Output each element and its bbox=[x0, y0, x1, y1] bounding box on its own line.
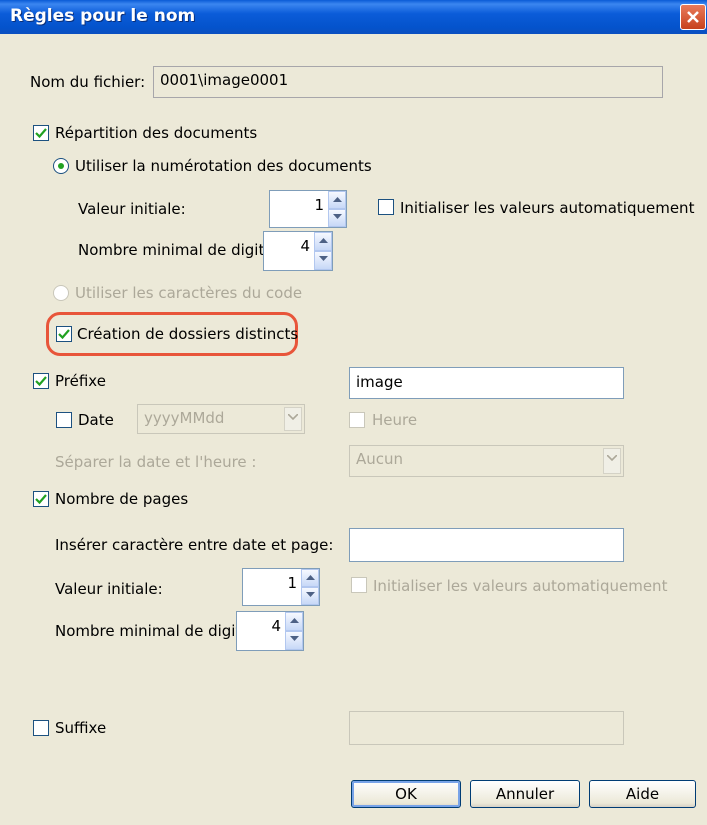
use-code-chars-label: Utiliser les caractères du code bbox=[75, 284, 303, 302]
use-numbering-radio[interactable] bbox=[53, 158, 69, 174]
chevron-up-icon bbox=[306, 575, 315, 580]
time-label: Heure bbox=[372, 411, 418, 429]
min-digits-value: 4 bbox=[300, 237, 310, 255]
pages-initial-value-stepper[interactable]: 1 bbox=[242, 568, 320, 606]
suffix-label: Suffixe bbox=[55, 719, 107, 737]
chevron-down-icon bbox=[290, 636, 299, 641]
pages-checkbox[interactable] bbox=[33, 491, 49, 507]
cancel-button[interactable]: Annuler bbox=[470, 780, 580, 808]
prefix-input[interactable]: image bbox=[349, 367, 624, 399]
prefix-checkbox[interactable] bbox=[33, 373, 49, 389]
insert-char-input[interactable] bbox=[349, 528, 624, 562]
ok-button[interactable]: OK bbox=[351, 780, 461, 808]
help-button[interactable]: Aide bbox=[589, 780, 696, 808]
doc-split-checkbox[interactable] bbox=[33, 125, 49, 141]
chevron-up-icon bbox=[290, 618, 299, 623]
pages-min-digits-label: Nombre minimal de digits: bbox=[55, 622, 255, 640]
chevron-down-icon bbox=[333, 214, 342, 219]
separator-select[interactable]: Aucun bbox=[349, 445, 624, 477]
initial-value-stepper[interactable]: 1 bbox=[269, 190, 347, 228]
pages-min-digits-value: 4 bbox=[271, 617, 281, 635]
date-checkbox[interactable] bbox=[56, 412, 72, 428]
min-digits-stepper[interactable]: 4 bbox=[263, 231, 333, 271]
chevron-down-icon bbox=[319, 256, 328, 261]
initial-value: 1 bbox=[314, 196, 324, 214]
close-icon bbox=[687, 11, 699, 23]
spin-down-button[interactable] bbox=[328, 209, 346, 227]
separator-value: Aucun bbox=[356, 450, 404, 468]
spin-up-button[interactable] bbox=[301, 569, 319, 587]
doc-split-label: Répartition des documents bbox=[55, 124, 258, 142]
window-title: Règles pour le nom bbox=[10, 6, 196, 26]
auto-init-label: Initialiser les valeurs automatiquement bbox=[400, 199, 695, 217]
pages-min-digits-stepper[interactable]: 4 bbox=[236, 611, 304, 651]
insert-char-label: Insérer caractère entre date et page: bbox=[55, 536, 334, 554]
use-code-chars-radio[interactable] bbox=[53, 285, 69, 301]
close-button[interactable] bbox=[680, 4, 706, 30]
filename-label: Nom du fichier: bbox=[30, 73, 146, 91]
checkmark-icon bbox=[35, 128, 47, 139]
time-checkbox[interactable] bbox=[349, 412, 365, 428]
chevron-down-icon bbox=[607, 455, 617, 461]
prefix-label: Préfixe bbox=[55, 372, 106, 390]
rules-dialog: Règles pour le nom Nom du fichier: 0001\… bbox=[0, 0, 707, 825]
pages-initial-value: 1 bbox=[287, 574, 297, 592]
suffix-checkbox[interactable] bbox=[33, 720, 49, 736]
spin-down-button[interactable] bbox=[285, 631, 303, 650]
separate-folders-checkbox[interactable] bbox=[56, 326, 72, 342]
spin-up-button[interactable] bbox=[314, 232, 332, 251]
use-numbering-label: Utiliser la numérotation des documents bbox=[75, 157, 372, 175]
title-bar[interactable]: Règles pour le nom bbox=[0, 0, 707, 34]
chevron-down-icon bbox=[288, 414, 298, 420]
separator-label: Séparer la date et l'heure : bbox=[55, 453, 257, 471]
pages-label: Nombre de pages bbox=[55, 490, 189, 508]
suffix-input[interactable] bbox=[349, 711, 624, 745]
chevron-down-icon bbox=[306, 592, 315, 597]
min-digits-label: Nombre minimal de digits: bbox=[78, 241, 278, 259]
filename-field: 0001\image0001 bbox=[153, 66, 663, 98]
pages-auto-init-checkbox[interactable] bbox=[351, 577, 367, 593]
pages-auto-init-label: Initialiser les valeurs automatiquement bbox=[373, 577, 668, 595]
date-label: Date bbox=[78, 411, 114, 429]
separate-folders-label: Création de dossiers distincts bbox=[77, 325, 299, 343]
spin-up-button[interactable] bbox=[285, 612, 303, 631]
checkmark-icon bbox=[35, 494, 47, 505]
checkmark-icon bbox=[58, 329, 70, 340]
checkmark-icon bbox=[35, 376, 47, 387]
auto-init-checkbox[interactable] bbox=[378, 199, 394, 215]
date-format-value: yyyyMMdd bbox=[144, 409, 225, 427]
chevron-up-icon bbox=[319, 238, 328, 243]
initial-value-label: Valeur initiale: bbox=[78, 200, 186, 218]
chevron-up-icon bbox=[333, 197, 342, 202]
date-format-select[interactable]: yyyyMMdd bbox=[137, 404, 305, 434]
pages-initial-value-label: Valeur initiale: bbox=[55, 580, 163, 598]
spin-down-button[interactable] bbox=[314, 251, 332, 270]
spin-down-button[interactable] bbox=[301, 587, 319, 605]
spin-up-button[interactable] bbox=[328, 191, 346, 209]
